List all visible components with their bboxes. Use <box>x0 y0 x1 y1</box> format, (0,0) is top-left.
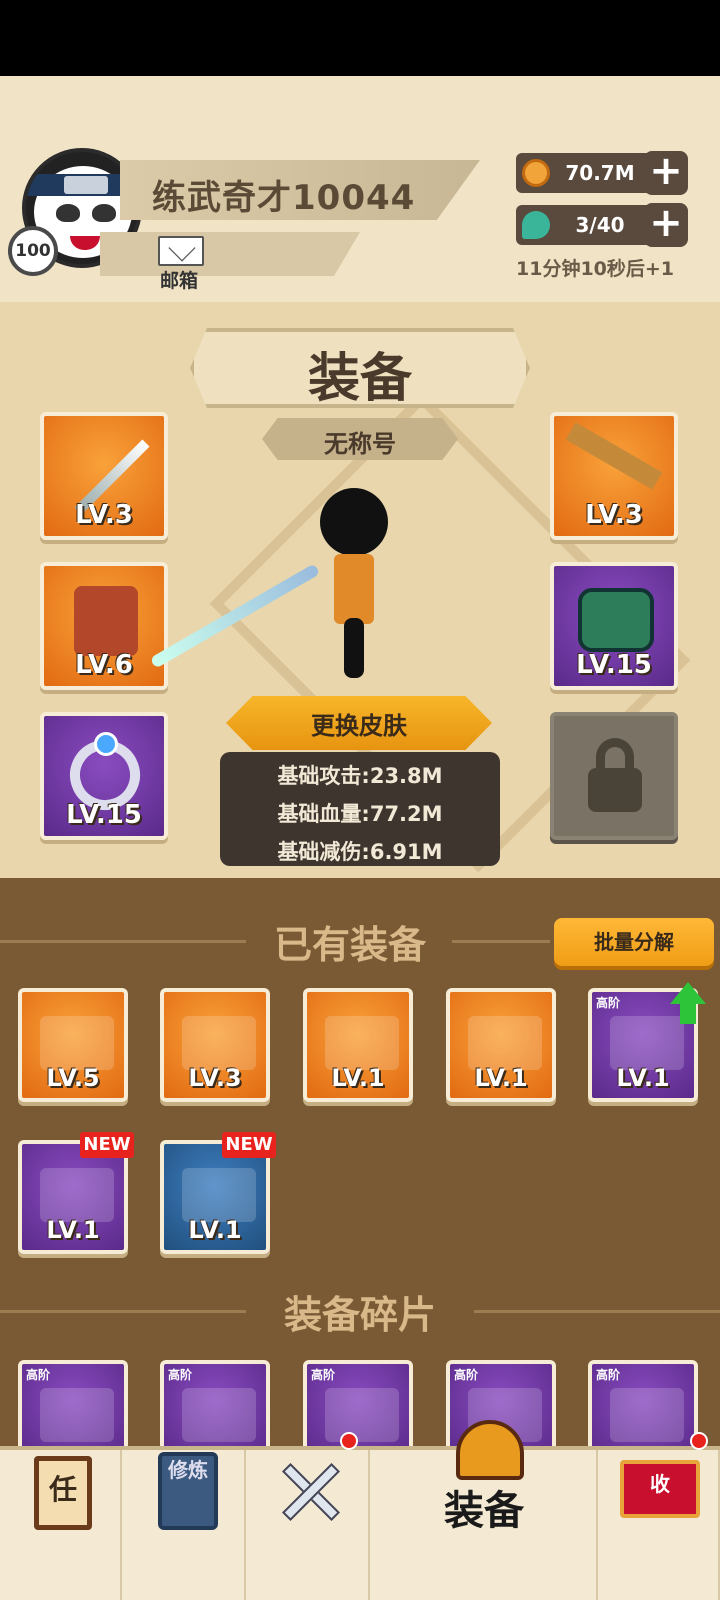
avatar-eye <box>56 204 80 222</box>
tier-tag: 高阶 <box>311 1368 336 1382</box>
item-level: LV.3 <box>188 1064 242 1092</box>
spear-icon <box>325 1016 399 1070</box>
crossed-swords-icon[interactable] <box>272 1456 342 1526</box>
energy-value: 3/40 <box>575 213 625 237</box>
energy-timer: 11分钟10秒后+1 <box>516 258 675 280</box>
mail-banner <box>100 232 360 276</box>
bracer-icon <box>578 588 654 652</box>
new-badge: NEW <box>222 1132 276 1158</box>
inventory-item[interactable]: LV.5 <box>18 988 128 1102</box>
slot-level: LV.15 <box>576 650 652 680</box>
slot-level: LV.15 <box>66 800 142 830</box>
nav-equipment-label[interactable]: 装备 <box>370 1478 598 1536</box>
slot-level: LV.3 <box>75 500 133 530</box>
slot-armor[interactable]: LV.6 <box>40 562 168 690</box>
new-badge: NEW <box>80 1132 134 1158</box>
item-level: LV.1 <box>331 1064 385 1092</box>
notification-dot <box>340 1432 358 1450</box>
divider <box>474 1310 720 1313</box>
slot-ring[interactable]: LV.15 <box>40 712 168 840</box>
divider <box>0 1310 246 1313</box>
ring-gem-icon <box>94 732 118 756</box>
item-level: LV.5 <box>46 1064 100 1092</box>
mail-label[interactable]: 邮箱 <box>160 266 198 293</box>
gauntlet-icon <box>40 1388 114 1442</box>
coin-icon <box>522 159 550 187</box>
notification-dot <box>690 1432 708 1450</box>
player-name: 练武奇才10044 <box>152 178 416 218</box>
player-title-text[interactable]: 无称号 <box>262 424 458 459</box>
slot-level: LV.6 <box>75 650 133 680</box>
slot-headwear[interactable]: LV.3 <box>550 412 678 540</box>
slot-level: LV.3 <box>585 500 643 530</box>
inventory-item[interactable]: LV.3 <box>160 988 270 1102</box>
inventory-item[interactable]: LV.1 <box>303 988 413 1102</box>
tier-tag: 高阶 <box>596 1368 621 1382</box>
tier-tag: 高阶 <box>26 1368 51 1382</box>
upgrade-arrow-icon <box>670 982 706 1024</box>
ring-icon <box>182 1168 256 1222</box>
item-level: LV.1 <box>46 1216 100 1244</box>
fragment-item[interactable]: 高阶 <box>160 1360 270 1460</box>
ring-icon <box>40 1168 114 1222</box>
hero-head <box>320 488 388 556</box>
slot-locked[interactable] <box>550 712 678 840</box>
energy-gem-icon <box>522 211 550 239</box>
fragments-section-title: 装备碎片 <box>283 1293 436 1337</box>
fragment-item[interactable]: 高阶 <box>18 1360 128 1460</box>
lock-body <box>588 768 642 812</box>
stat-hp: 基础血量:77.2M <box>277 802 443 826</box>
blade-icon <box>40 1016 114 1070</box>
owned-section-title: 已有装备 <box>273 923 426 967</box>
saber-icon <box>182 1388 256 1442</box>
add-coins-button[interactable]: + <box>644 151 688 195</box>
panel-title: 装备 <box>307 349 412 409</box>
status-bar <box>0 0 720 76</box>
avatar-headband-plate <box>64 176 108 194</box>
fragment-item[interactable]: 高阶 <box>303 1360 413 1460</box>
stat-attack: 基础攻击:23.8M <box>277 764 443 788</box>
tier-tag: 高阶 <box>168 1368 193 1382</box>
sword-icon <box>325 1388 399 1442</box>
divider <box>0 940 246 943</box>
add-energy-button[interactable]: + <box>644 203 688 247</box>
divider <box>452 940 550 943</box>
tier-tag: 高阶 <box>596 996 621 1010</box>
fragment-item[interactable]: 高阶 <box>588 1360 698 1460</box>
item-level: LV.1 <box>188 1216 242 1244</box>
batch-dismantle-button[interactable]: 批量分解 <box>554 918 714 966</box>
item-level: LV.1 <box>474 1064 528 1092</box>
slot-bracer[interactable]: LV.15 <box>550 562 678 690</box>
hero-leg <box>344 618 364 678</box>
tier-tag: 高阶 <box>454 1368 479 1382</box>
headband-icon <box>565 422 663 490</box>
avatar-eye <box>92 204 116 222</box>
mail-icon[interactable] <box>158 236 204 266</box>
item-level: LV.1 <box>616 1064 670 1092</box>
hero-body <box>334 554 374 624</box>
robe-icon <box>468 1016 542 1070</box>
amulet-icon <box>610 1016 684 1070</box>
nav-cultivate-label[interactable]: 修炼 <box>166 1458 210 1482</box>
helmet-icon[interactable] <box>456 1420 524 1480</box>
straw-hat-icon <box>610 1388 684 1442</box>
nav-collect-label[interactable]: 收 <box>620 1468 700 1497</box>
change-skin-label[interactable]: 更换皮肤 <box>226 706 492 741</box>
armor-icon <box>74 586 138 656</box>
staff-icon <box>182 1016 256 1070</box>
stat-defense: 基础减伤:6.91M <box>277 840 443 864</box>
player-level-badge: 100 <box>8 226 58 276</box>
slot-weapon[interactable]: LV.3 <box>40 412 168 540</box>
coin-value: 70.7M <box>565 161 635 185</box>
nav-tasks-label[interactable]: 任 <box>34 1468 92 1508</box>
inventory-item[interactable]: LV.1 <box>446 988 556 1102</box>
